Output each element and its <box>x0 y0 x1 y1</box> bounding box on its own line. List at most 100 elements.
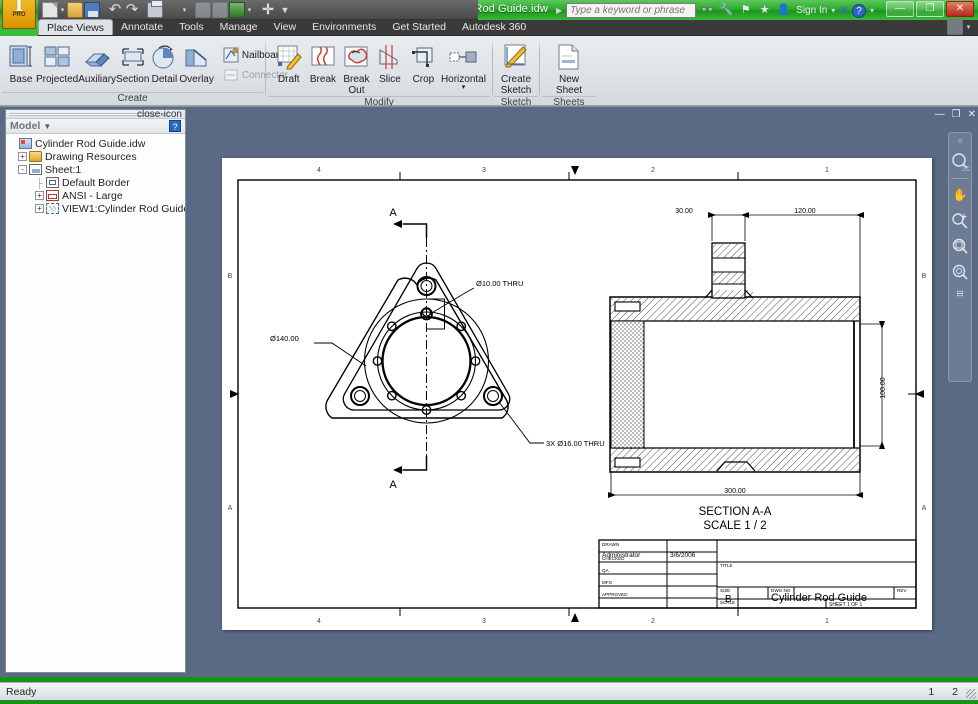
tab-tools[interactable]: Tools <box>171 19 212 35</box>
person-icon[interactable]: 👤 <box>776 3 791 18</box>
tree-item-drawing-resources[interactable]: + Drawing Resources <box>8 150 183 163</box>
dim-overall-length: 300.00 <box>724 488 746 495</box>
tree-item-ansi-large[interactable]: + ANSI - Large <box>8 189 183 202</box>
view-2d-icon[interactable]: 2D <box>950 152 971 173</box>
flag-icon[interactable]: ⚑ <box>738 3 753 18</box>
nav-options-top-icon[interactable]: ○ <box>950 136 970 146</box>
parameters-icon[interactable] <box>212 1 228 18</box>
qat-chevron-down-icon[interactable]: ▼ <box>277 2 293 18</box>
minimize-button[interactable]: — <box>886 1 914 17</box>
projected-view-button[interactable]: Projected <box>36 40 78 85</box>
tree-item-label: Default Border <box>62 176 130 189</box>
zoom-all-icon[interactable] <box>950 263 970 283</box>
crop-button[interactable]: Crop <box>407 40 440 85</box>
expander-icon[interactable]: + <box>35 191 44 200</box>
open-folder-icon[interactable] <box>67 1 83 18</box>
tab-environments[interactable]: Environments <box>304 19 384 35</box>
hand-pan-icon[interactable]: ✋ <box>950 185 970 205</box>
minus-box-icon[interactable]: ⊟ <box>950 289 970 299</box>
material-green-icon[interactable] <box>229 1 245 18</box>
resize-grip[interactable] <box>966 689 976 699</box>
draft-view-button[interactable]: Draft <box>272 40 305 85</box>
star-icon[interactable]: ★ <box>757 3 772 18</box>
help-question-icon[interactable]: ? <box>169 120 181 132</box>
search-input[interactable] <box>566 3 697 18</box>
close-button[interactable]: ✕ <box>946 1 974 17</box>
info-center-expand-icon[interactable]: ▶ <box>556 6 562 15</box>
printer-icon[interactable] <box>147 0 163 18</box>
tab-manage[interactable]: Manage <box>212 19 266 35</box>
help-question-icon[interactable]: ? <box>851 3 866 18</box>
tree-item-default-border[interactable]: ├ Default Border <box>8 176 183 189</box>
expander-icon[interactable]: + <box>18 152 27 161</box>
tab-autodesk-360[interactable]: Autodesk 360 <box>454 19 534 35</box>
create-sketch-label: Create Sketch <box>500 74 532 96</box>
section-view-label: Section <box>116 74 150 85</box>
sign-in-chevron-down-icon[interactable]: ▾ <box>831 6 835 15</box>
save-disk-icon[interactable] <box>84 1 100 18</box>
ribbon-panel-sheets: New Sheet Sheets <box>540 36 598 108</box>
zoom-window-icon[interactable] <box>950 237 970 257</box>
tree-item-sheet-1[interactable]: - Sheet:1 <box>8 163 183 176</box>
tree-item-view1[interactable]: + VIEW1:Cylinder Rod Guide.ipt <box>8 202 185 215</box>
crop-label: Crop <box>412 74 435 85</box>
binoculars-icon[interactable]: 👓 <box>700 3 715 18</box>
tab-view[interactable]: View <box>266 19 305 35</box>
document-workspace: — ❐ ✕ close-icon Model ▼ ? Cylinder Rod … <box>0 106 978 677</box>
undo-arrow-icon[interactable]: ↶ <box>107 2 123 18</box>
ribbon-display-options: ▾ <box>947 19 978 35</box>
navigation-bar: ○ 2D ✋ ⊟ <box>948 132 972 382</box>
base-view-button[interactable]: Base <box>6 40 36 85</box>
overlay-view-button[interactable]: Overlay <box>179 40 214 85</box>
section-view-button[interactable]: Section <box>116 40 149 85</box>
expander-icon[interactable]: - <box>18 165 27 174</box>
redo-arrow-icon[interactable]: ↷ <box>124 2 140 18</box>
section-a-a-view <box>609 242 861 473</box>
select-chevron-down-icon[interactable]: ▾ <box>181 3 188 17</box>
detail-view-button[interactable]: Detail <box>149 40 179 85</box>
expander-icon[interactable]: + <box>35 204 44 213</box>
maximize-button[interactable]: ❐ <box>916 1 944 17</box>
horizontal-chevron-down-icon[interactable]: ▾ <box>462 84 466 91</box>
close-icon[interactable]: close-icon <box>137 109 182 120</box>
tab-annotate[interactable]: Annotate <box>113 19 171 35</box>
document-minimize-button[interactable]: — <box>935 109 945 120</box>
sign-in-button[interactable]: Sign In <box>796 5 827 16</box>
new-sheet-label: New Sheet <box>555 74 583 96</box>
sheet-tab-2[interactable]: 2 <box>952 686 958 698</box>
tab-place-views[interactable]: Place Views <box>38 19 114 35</box>
new-document-chevron-down-icon[interactable]: ▾ <box>59 3 66 17</box>
nailboard-icon <box>223 47 239 63</box>
browser-chevron-down-icon[interactable]: ▼ <box>43 122 51 131</box>
inventor-logo-button[interactable]: I PRO <box>2 0 36 29</box>
plus-icon[interactable]: ✛ <box>260 1 276 18</box>
new-document-icon[interactable] <box>42 1 58 18</box>
break-out-button[interactable]: Break Out <box>340 40 373 96</box>
new-sheet-button[interactable]: New Sheet <box>546 40 592 96</box>
ribbon-display-chevron-down-icon[interactable]: ▾ <box>965 20 972 34</box>
section-view-icon <box>118 42 148 72</box>
autodesk-exchange-icon[interactable]: X <box>839 3 848 18</box>
document-restore-button[interactable]: ❐ <box>952 109 961 120</box>
break-button[interactable]: Break <box>306 40 339 85</box>
tab-get-started[interactable]: Get Started <box>384 19 454 35</box>
sheet-icon <box>29 164 42 175</box>
slice-button[interactable]: Slice <box>373 40 406 85</box>
browser-drag-grip[interactable]: close-icon <box>6 109 185 120</box>
select-dot-icon[interactable] <box>164 2 180 18</box>
auxiliary-view-button[interactable]: Auxiliary <box>78 40 116 85</box>
ribbon-display-icon[interactable] <box>947 19 963 35</box>
help-chevron-down-icon[interactable]: ▾ <box>870 6 874 15</box>
wrench-icon[interactable]: 🔧 <box>719 3 734 18</box>
drawing-canvas[interactable]: 4 3 2 1 4 3 2 1 B A B A A A Ø10.00 THRU … <box>190 107 978 677</box>
create-sketch-button[interactable]: Create Sketch <box>499 40 533 96</box>
document-close-button[interactable]: ✕ <box>968 109 976 120</box>
material-chevron-down-icon[interactable]: ▾ <box>246 3 253 17</box>
measure-icon[interactable] <box>195 1 211 18</box>
sheet-tab-1[interactable]: 1 <box>928 686 934 698</box>
tree-item-document[interactable]: Cylinder Rod Guide.idw <box>8 137 183 150</box>
drawing-sheet[interactable]: 4 3 2 1 4 3 2 1 B A B A A A Ø10.00 THRU … <box>222 158 932 630</box>
horizontal-align-button[interactable]: Horizontal ▾ <box>441 40 486 91</box>
zoom-icon[interactable] <box>950 211 970 231</box>
section-caption-line1: SECTION A-A <box>699 506 772 518</box>
